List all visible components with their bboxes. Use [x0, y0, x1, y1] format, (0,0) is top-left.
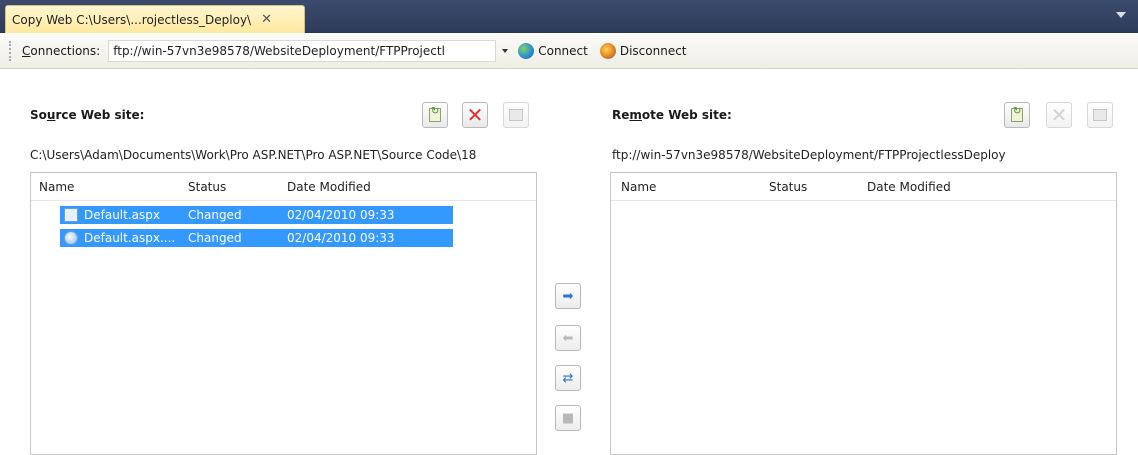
chevron-down-icon[interactable]: [502, 48, 509, 53]
source-file-list[interactable]: Name Status Date Modified Default.aspx C…: [30, 172, 537, 455]
copy-to-source-button[interactable]: ⬅: [555, 325, 581, 351]
delete-icon: ✕: [1050, 103, 1068, 127]
disconnect-icon: [599, 42, 616, 59]
document-tab[interactable]: Copy Web C:\Users\...rojectless_Deploy\ …: [5, 5, 305, 33]
table-row[interactable]: Default.aspx.... Changed 02/04/2010 09:3…: [60, 229, 453, 247]
view-log-icon: [509, 109, 523, 121]
connection-toolbar: Connections: Connect Disconnect: [0, 33, 1138, 69]
column-header-name[interactable]: Name: [621, 180, 656, 194]
remote-refresh-button[interactable]: [1004, 102, 1030, 128]
file-name: Default.aspx....: [84, 231, 176, 245]
file-name: Default.aspx: [84, 208, 160, 222]
remote-list-header: Name Status Date Modified: [611, 173, 1116, 201]
file-date-modified: 02/04/2010 09:33: [287, 208, 395, 222]
remote-heading-rest: ote Web site:: [641, 108, 732, 122]
globe-connect-icon: [518, 42, 535, 59]
copy-web-window: Copy Web C:\Users\...rojectless_Deploy\ …: [0, 0, 1138, 455]
stop-icon: ■: [561, 410, 575, 426]
remote-web-site-heading: Remote Web site:: [612, 108, 732, 122]
aspx-file-icon: [64, 208, 78, 222]
source-web-site-heading: Source Web site:: [30, 108, 144, 122]
remote-path: ftp://win-57vn3e98578/WebsiteDeployment/…: [612, 148, 1006, 162]
remote-heading-accelerator: m: [629, 108, 642, 122]
arrow-right-icon: ➡: [562, 288, 574, 304]
column-header-date-modified[interactable]: Date Modified: [867, 180, 951, 194]
source-refresh-button[interactable]: [422, 102, 448, 128]
toolbar-grip-icon[interactable]: [9, 40, 12, 61]
delete-icon: ✕: [466, 103, 484, 127]
connect-button[interactable]: Connect: [514, 38, 592, 64]
remote-heading-prefix: Re: [612, 108, 630, 122]
remote-file-list[interactable]: Name Status Date Modified: [610, 172, 1117, 455]
source-view-log-button[interactable]: [503, 102, 529, 128]
document-tab-title: Copy Web C:\Users\...rojectless_Deploy\: [12, 12, 252, 27]
tab-dropdown-icon[interactable]: [1116, 12, 1126, 18]
source-list-header: Name Status Date Modified: [31, 173, 536, 201]
remote-delete-button[interactable]: ✕: [1046, 102, 1072, 128]
disconnect-button-label: Disconnect: [619, 43, 687, 58]
connections-label: Connections:: [22, 44, 100, 58]
synchronize-button[interactable]: ⇄: [555, 365, 581, 391]
source-heading-rest: rce Web site:: [55, 108, 145, 122]
source-path: C:\Users\Adam\Documents\Work\Pro ASP.NET…: [30, 148, 477, 162]
arrow-left-icon: ⬅: [562, 330, 574, 346]
column-header-date-modified[interactable]: Date Modified: [287, 180, 371, 194]
refresh-icon: [429, 106, 441, 122]
column-header-name[interactable]: Name: [39, 180, 74, 194]
close-icon[interactable]: ✕: [261, 12, 272, 27]
cs-code-file-icon: [64, 231, 78, 245]
document-tab-strip: Copy Web C:\Users\...rojectless_Deploy\ …: [0, 0, 1138, 33]
column-header-status[interactable]: Status: [188, 180, 226, 194]
column-header-status[interactable]: Status: [769, 180, 807, 194]
table-row[interactable]: Default.aspx Changed 02/04/2010 09:33: [60, 206, 453, 224]
sync-arrows-icon: ⇄: [562, 370, 574, 386]
source-delete-button[interactable]: ✕: [462, 102, 488, 128]
file-date-modified: 02/04/2010 09:33: [287, 231, 395, 245]
connect-button-label: Connect: [538, 43, 588, 58]
connections-label-text: onnections:: [30, 43, 101, 58]
connection-url-field[interactable]: [108, 39, 497, 62]
remote-view-log-button[interactable]: [1087, 102, 1113, 128]
stop-button[interactable]: ■: [555, 405, 581, 431]
refresh-icon: [1011, 106, 1023, 122]
source-heading-prefix: So: [30, 108, 47, 122]
file-status: Changed: [188, 208, 242, 222]
disconnect-button[interactable]: Disconnect: [596, 38, 691, 64]
copy-to-remote-button[interactable]: ➡: [555, 283, 581, 309]
file-status: Changed: [188, 231, 242, 245]
view-log-icon: [1093, 109, 1107, 121]
